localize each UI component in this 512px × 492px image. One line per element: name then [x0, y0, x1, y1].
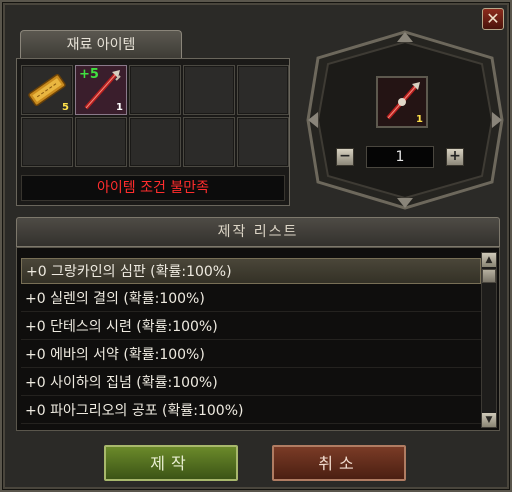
craft-list-item[interactable]: +0 파아그리오의 공포 (확률:100%)	[21, 398, 481, 424]
craft-list-item[interactable]: +0 에바의 서약 (확률:100%)	[21, 342, 481, 368]
craft-list-item[interactable]: +0 실렌의 결의 (확률:100%)	[21, 286, 481, 312]
scrollbar[interactable]: ▲ ▼	[481, 252, 497, 428]
craft-list: +0 그랑카인의 심판 (확률:100%) +0 실렌의 결의 (확률:100%…	[16, 247, 500, 431]
material-slot-empty[interactable]	[129, 65, 181, 115]
craft-button[interactable]: 제작	[104, 445, 238, 481]
scroll-thumb[interactable]	[482, 269, 496, 283]
materials-tab: 재료 아이템	[20, 30, 182, 58]
quantity-decrease-button[interactable]: −	[336, 148, 354, 166]
close-button[interactable]: ✕	[482, 8, 504, 30]
material-slot-empty[interactable]	[183, 65, 235, 115]
result-frame: 1 − 1 +	[302, 28, 508, 212]
craft-list-item[interactable]: +0 단테스의 시련 (확률:100%)	[21, 314, 481, 340]
slot-count: 5	[62, 102, 69, 113]
material-slot-empty[interactable]	[237, 65, 289, 115]
material-slot-empty[interactable]	[75, 117, 127, 167]
material-slot-2[interactable]: +5 1	[75, 65, 127, 115]
material-slot-empty[interactable]	[129, 117, 181, 167]
condition-status: 아이템 조건 불만족	[21, 175, 285, 201]
material-slot-empty[interactable]	[183, 117, 235, 167]
result-slot[interactable]: 1	[376, 76, 428, 128]
material-slot-empty[interactable]	[237, 117, 289, 167]
slot-count: 1	[116, 102, 123, 113]
scroll-down-button[interactable]: ▼	[482, 413, 496, 427]
material-slot-1[interactable]: 5	[21, 65, 73, 115]
material-slot-grid: 5 +5 1	[21, 65, 289, 167]
quantity-increase-button[interactable]: +	[446, 148, 464, 166]
craft-list-header: 제작 리스트	[16, 217, 500, 247]
scroll-up-button[interactable]: ▲	[482, 253, 496, 267]
materials-panel: 5 +5 1 아이템 조건 불만족	[16, 58, 290, 206]
material-slot-empty[interactable]	[21, 117, 73, 167]
craft-list-item[interactable]: +0 사이하의 집념 (확률:100%)	[21, 370, 481, 396]
cancel-button[interactable]: 취소	[272, 445, 406, 481]
quantity-field[interactable]: 1	[366, 146, 434, 168]
craft-list-item[interactable]: +0 그랑카인의 심판 (확률:100%)	[21, 258, 481, 284]
crafting-window: ✕ 재료 아이템 5 +5 1 아이템 조건 불만족 1 − 1 + 제작 리스…	[0, 0, 512, 492]
result-count: 1	[416, 114, 423, 125]
enhance-level: +5	[79, 67, 99, 82]
